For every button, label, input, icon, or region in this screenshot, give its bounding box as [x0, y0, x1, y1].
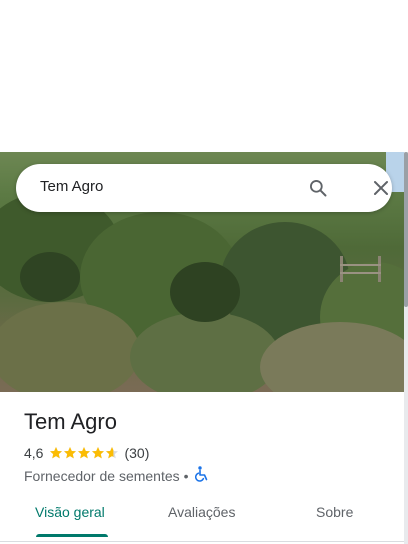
blank-area	[0, 0, 408, 152]
star-icon	[78, 447, 91, 459]
place-title: Tem Agro	[24, 409, 117, 434]
fence	[340, 256, 381, 282]
star-rating	[49, 446, 119, 460]
tab-bar: Visão geral Avaliações Sobre	[0, 494, 404, 538]
shrub	[20, 252, 80, 302]
tab-overview[interactable]: Visão geral	[35, 504, 105, 520]
tab-about[interactable]: Sobre	[316, 504, 353, 520]
reviews-count[interactable]: (30)	[124, 445, 149, 461]
search-input[interactable]: Tem Agro	[40, 178, 103, 195]
star-icon	[64, 447, 77, 459]
category-row: Fornecedor de sementes •	[24, 466, 209, 485]
shrub	[170, 262, 240, 322]
wheelchair-icon	[194, 466, 209, 485]
shrub	[130, 312, 280, 392]
tab-reviews[interactable]: Avaliações	[168, 504, 235, 520]
search-box[interactable]: Tem Agro	[16, 164, 392, 212]
rating-row[interactable]: 4,6 (30)	[24, 445, 149, 461]
star-icon	[50, 447, 63, 459]
place-category: Fornecedor de sementes	[24, 467, 180, 484]
active-tab-indicator	[36, 534, 108, 537]
search-icon[interactable]	[306, 176, 330, 200]
scrollbar-thumb[interactable]	[404, 152, 408, 307]
star-icon	[106, 447, 119, 459]
star-icon	[92, 447, 105, 459]
rating-value: 4,6	[24, 445, 44, 461]
divider	[0, 541, 404, 542]
separator: •	[183, 467, 189, 484]
scrollbar[interactable]	[404, 152, 408, 544]
close-icon[interactable]	[369, 176, 393, 200]
